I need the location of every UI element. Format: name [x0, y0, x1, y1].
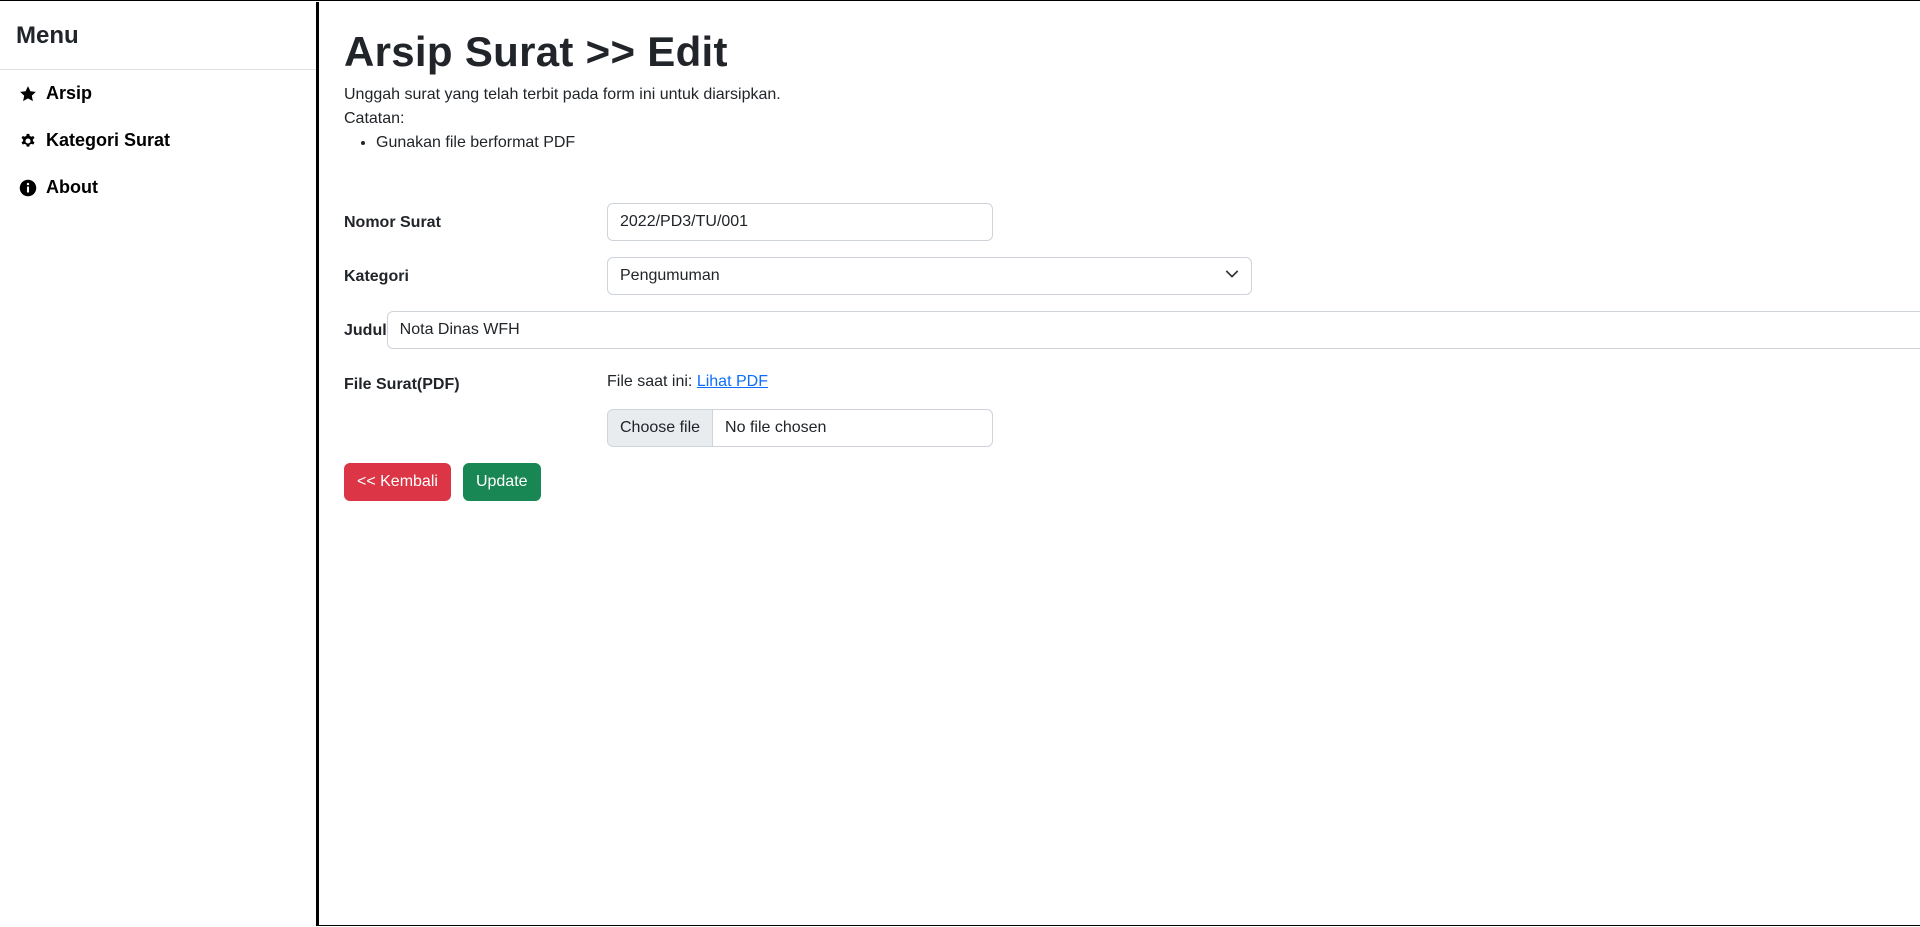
kategori-label: Kategori — [344, 268, 409, 285]
judul-label: Judul — [344, 322, 387, 339]
row-file-surat: File Surat(PDF) File saat ini: Lihat PDF… — [344, 365, 1900, 447]
sidebar-item-kategori-surat[interactable]: Kategori Surat — [0, 117, 316, 164]
info-icon — [19, 179, 37, 197]
sidebar-item-arsip[interactable]: Arsip — [0, 70, 316, 117]
sidebar-item-about[interactable]: About — [0, 164, 316, 211]
kategori-select[interactable]: Pengumuman — [607, 257, 1252, 295]
sidebar-item-label: About — [46, 177, 98, 197]
row-kategori: Kategori Pengumuman — [344, 257, 1900, 295]
file-surat-label: File Surat(PDF) — [344, 376, 460, 393]
back-button[interactable]: << Kembali — [344, 463, 451, 501]
nomor-surat-label: Nomor Surat — [344, 214, 441, 231]
nomor-surat-value: 2022/PD3/TU/001 — [620, 213, 749, 230]
view-pdf-link[interactable]: Lihat PDF — [697, 373, 768, 390]
edit-form: Nomor Surat 2022/PD3/TU/001 Kategori Pen… — [344, 203, 1920, 501]
sidebar-nav: Arsip Kategori Surat About — [0, 70, 316, 211]
page-title: Arsip Surat >> Edit — [344, 28, 728, 75]
row-nomor-surat: Nomor Surat 2022/PD3/TU/001 — [344, 203, 1900, 241]
file-name-text: No file chosen — [725, 419, 827, 436]
chevron-down-icon — [1225, 267, 1239, 286]
sidebar: Menu Arsip Kategori Surat About — [0, 2, 319, 926]
page-description: Unggah surat yang telah terbit pada form… — [344, 86, 781, 103]
row-judul: Judul Nota Dinas WFH — [344, 311, 1920, 349]
star-icon — [19, 85, 37, 103]
app-frame: Menu Arsip Kategori Surat About Arsip Su… — [0, 0, 1920, 926]
list-item: Gunakan file berformat PDF — [376, 131, 1900, 155]
note-label: Catatan: — [344, 110, 405, 127]
kategori-value: Pengumuman — [620, 267, 720, 284]
gear-icon — [19, 132, 37, 150]
form-buttons: << Kembali Update — [344, 463, 1900, 501]
judul-value: Nota Dinas WFH — [399, 321, 520, 338]
sidebar-item-label: Kategori Surat — [46, 130, 171, 150]
main-content: Arsip Surat >> Edit Unggah surat yang te… — [344, 27, 1920, 501]
nomor-surat-input[interactable]: 2022/PD3/TU/001 — [607, 203, 993, 241]
judul-input[interactable]: Nota Dinas WFH — [386, 311, 1920, 349]
current-file: File saat ini: Lihat PDF — [607, 365, 1900, 399]
choose-file-button[interactable]: Choose file — [608, 410, 714, 446]
update-button[interactable]: Update — [462, 463, 541, 501]
file-input[interactable]: Choose file No file chosen — [607, 409, 993, 447]
current-file-text: File saat ini: — [607, 373, 693, 390]
sidebar-item-label: Arsip — [46, 83, 93, 103]
sidebar-title: Menu — [0, 2, 316, 70]
note-list: Gunakan file berformat PDF — [344, 131, 1900, 155]
